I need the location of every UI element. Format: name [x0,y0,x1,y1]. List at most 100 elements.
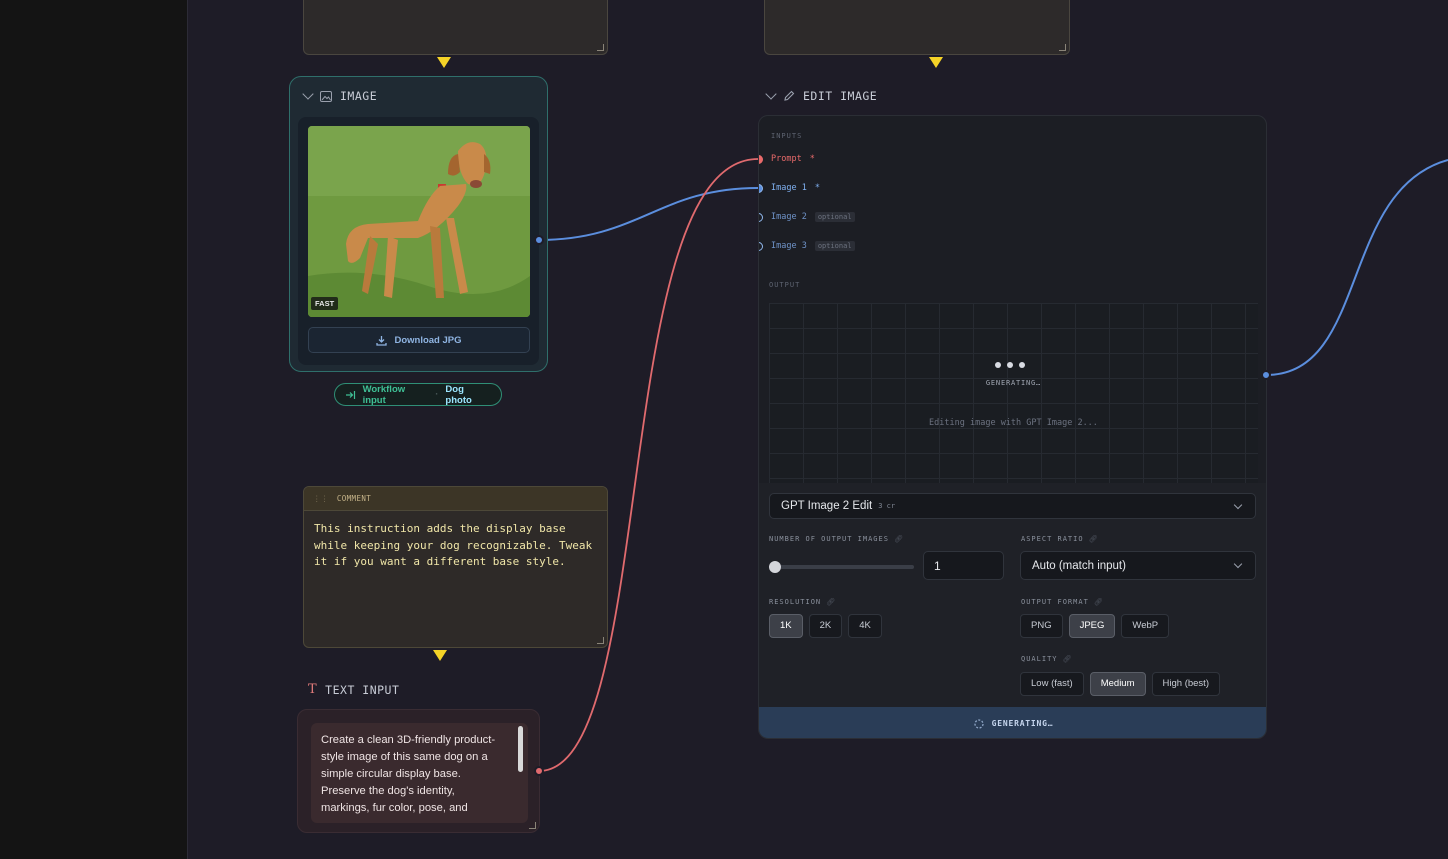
generate-label: GENERATING… [991,719,1054,728]
input-image-1[interactable]: Image 1 * [759,183,820,193]
flow-arrow-icon [433,650,447,661]
comment-title: COMMENT [336,494,372,503]
input-port[interactable] [759,241,763,251]
link-icon: 🔗︎ [1088,535,1099,543]
upper-node-stub-right [764,0,1070,55]
spinner-icon [973,718,984,729]
comment-node[interactable]: ⋮⋮ COMMENT This instruction adds the dis… [303,486,608,648]
optional-badge: optional [814,212,855,222]
separator: · [435,389,439,400]
image-icon [320,90,332,102]
flow-arrow-icon [929,57,943,68]
link-icon: 🔗︎ [1093,598,1104,606]
prompt-text: Create a clean 3D-friendly product-style… [321,734,496,814]
quality-label: QUALITY 🔗︎ [1021,655,1073,663]
link-icon: 🔗︎ [826,598,837,606]
prompt-textarea[interactable]: Create a clean 3D-friendly product-style… [311,723,528,823]
aspect-ratio-select[interactable]: Auto (match input) [1020,551,1256,580]
download-icon [376,335,388,346]
scrollbar[interactable] [518,726,523,772]
aspect-ratio-value: Auto (match input) [1032,560,1126,572]
inputs-label: INPUTS [771,132,803,140]
text-icon: T [308,682,318,697]
image-output-port[interactable] [534,235,544,245]
input-port[interactable] [759,154,763,164]
edit-output-port[interactable] [1261,370,1271,380]
resize-handle[interactable] [597,637,604,644]
input-port[interactable] [759,212,763,222]
resize-handle[interactable] [1059,44,1066,51]
chevron-down-icon [1233,559,1243,569]
input-image-2[interactable]: Image 2 optional [759,212,855,222]
workflow-input-value: Dog photo [445,383,472,406]
dog-photo[interactable]: FAST [308,126,530,317]
output-preview [769,303,1258,483]
input-label: Prompt [771,154,802,164]
edit-image-header[interactable]: EDIT IMAGE [765,88,878,103]
format-png[interactable]: PNG [1020,614,1063,638]
input-prompt[interactable]: Prompt * [759,154,815,164]
slider-thumb[interactable] [769,561,781,573]
download-jpg-button[interactable]: Download JPG [308,327,530,353]
model-cost: 3 cr [878,502,896,510]
upper-node-stub-left [303,0,608,55]
resolution-label: RESOLUTION 🔗︎ [769,598,837,606]
model-select[interactable]: GPT Image 2 Edit 3 cr [769,493,1256,519]
generating-status: GENERATING… [985,379,1042,387]
image-node-title: IMAGE [340,89,378,103]
loading-dots-icon [995,362,1025,368]
text-to-prompt-wire [538,158,759,772]
workflow-canvas[interactable]: IMAGE FAST Download JPG Workflow input ·… [189,0,1448,859]
resolution-2k[interactable]: 2K [808,614,843,638]
chevron-down-icon [1233,500,1243,510]
text-input-node[interactable]: Create a clean 3D-friendly product-style… [297,709,540,833]
fast-badge: FAST [311,297,339,310]
required-mark: * [814,183,820,193]
text-output-port[interactable] [534,766,544,776]
num-outputs-label: NUMBER OF OUTPUT IMAGES 🔗︎ [769,535,904,543]
resolution-4k[interactable]: 4K [848,614,882,638]
edit-image-node[interactable]: INPUTS Prompt * Image 1 * Image 2 option… [758,115,1267,739]
left-panel [0,0,188,859]
num-outputs-input[interactable]: 1 [923,551,1004,580]
image-to-edit-wire [538,187,759,241]
num-outputs-slider[interactable] [769,561,914,573]
output-format-options: PNG JPEG WebP [1020,614,1170,638]
dog-illustration [308,126,530,317]
flow-arrow-icon [437,57,451,68]
format-jpeg[interactable]: JPEG [1068,614,1116,638]
resize-handle[interactable] [529,822,536,829]
quality-medium[interactable]: Medium [1089,672,1146,696]
resolution-options: 1K 2K 4K [769,614,882,638]
edit-image-title: EDIT IMAGE [803,89,878,103]
workflow-input-pill[interactable]: Workflow input · Dog photo [334,383,502,406]
text-input-title: TEXT INPUT [325,682,400,697]
text-input-header[interactable]: T TEXT INPUT [308,682,399,697]
download-label: Download JPG [394,334,462,346]
image-preview-panel: FAST Download JPG [298,117,539,365]
image-node-header[interactable]: IMAGE [302,88,378,103]
input-image-3[interactable]: Image 3 optional [759,241,855,251]
link-icon: 🔗︎ [1062,655,1073,663]
input-label: Image 1 [771,183,807,193]
image-node[interactable]: IMAGE FAST Download JPG [289,76,548,372]
aspect-ratio-label: ASPECT RATIO 🔗︎ [1021,535,1099,543]
pencil-icon [784,90,795,101]
resize-handle[interactable] [597,44,604,51]
quality-high[interactable]: High (best) [1151,672,1220,696]
comment-text[interactable]: This instruction adds the display base w… [304,511,607,581]
enter-icon [346,390,356,399]
required-mark: * [809,154,815,164]
comment-header[interactable]: ⋮⋮ COMMENT [304,487,607,511]
drag-handle-icon[interactable]: ⋮⋮ [313,494,329,503]
quality-options: Low (fast) Medium High (best) [1020,672,1220,696]
format-webp[interactable]: WebP [1121,614,1170,638]
generate-button[interactable]: GENERATING… [759,707,1266,738]
chevron-down-icon[interactable] [302,88,314,100]
input-port[interactable] [759,183,763,193]
workflow-input-label: Workflow input [362,383,406,406]
chevron-down-icon[interactable] [765,88,777,100]
resolution-1k[interactable]: 1K [769,614,803,638]
quality-low[interactable]: Low (fast) [1020,672,1084,696]
output-format-label: OUTPUT FORMAT 🔗︎ [1021,598,1104,606]
